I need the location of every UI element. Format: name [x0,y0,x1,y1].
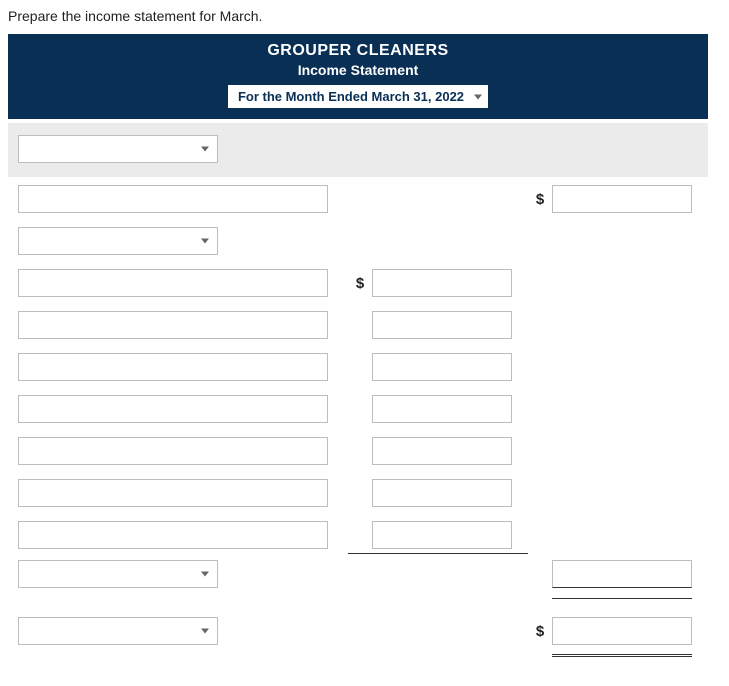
expense-amount-input-5[interactable] [372,437,512,465]
expense-row-1: $ [18,269,698,297]
statement-body: $ $ $ $ [8,177,708,664]
expense-row-4: $ [18,395,698,423]
expense-amount-input-3[interactable] [372,353,512,381]
section-select-1[interactable] [18,135,218,163]
section-select-3[interactable] [18,560,218,588]
expense-label-input-1[interactable] [18,269,328,297]
expense-row-7: $ [18,521,698,549]
expense-row-2: $ [18,311,698,339]
expense-label-input-5[interactable] [18,437,328,465]
period-select[interactable]: For the Month Ended March 31, 2022 [227,84,489,109]
expense-label-input-4[interactable] [18,395,328,423]
dollar-sign: $ [528,623,552,640]
chevron-down-icon [201,147,209,152]
expense-label-input-7[interactable] [18,521,328,549]
expense-row-6: $ [18,479,698,507]
expense-amount-input-1[interactable] [372,269,512,297]
net-income-amount-input[interactable] [552,617,692,645]
expense-label-input-3[interactable] [18,353,328,381]
section-select-band [8,123,708,177]
dollar-sign: $ [528,191,552,208]
expense-amount-input-6[interactable] [372,479,512,507]
section-select-4[interactable] [18,617,218,645]
header-band: GROUPER CLEANERS Income Statement For th… [8,34,708,119]
expense-subtotal-line-row [18,553,698,554]
expense-amount-input-2[interactable] [372,311,512,339]
total-expenses-amount-input[interactable] [552,560,692,588]
total-expenses-underline-row: $ [18,590,698,607]
revenue-amount-input[interactable] [552,185,692,213]
subtotal-rule [348,553,528,554]
company-name: GROUPER CLEANERS [8,42,708,60]
income-statement-form: Prepare the income statement for March. … [8,8,708,664]
revenue-row: $ [18,185,698,213]
chevron-down-icon [474,94,482,99]
net-income-row: $ [18,617,698,645]
expenses-heading-row [18,227,698,255]
chevron-down-icon [201,629,209,634]
dollar-sign: $ [348,275,372,292]
net-income-underline-row: $ [18,647,698,664]
expense-row-5: $ [18,437,698,465]
expense-label-input-6[interactable] [18,479,328,507]
statement-title: Income Statement [8,62,708,78]
expense-label-input-2[interactable] [18,311,328,339]
double-underline [552,654,692,657]
expense-row-3: $ [18,353,698,381]
single-underline [552,598,692,599]
revenue-label-input[interactable] [18,185,328,213]
instruction-text: Prepare the income statement for March. [8,8,708,24]
chevron-down-icon [201,239,209,244]
expense-amount-input-7[interactable] [372,521,512,549]
total-expenses-row: $ [18,560,698,588]
period-select-value: For the Month Ended March 31, 2022 [238,89,464,104]
expense-amount-input-4[interactable] [372,395,512,423]
section-select-2[interactable] [18,227,218,255]
chevron-down-icon [201,572,209,577]
